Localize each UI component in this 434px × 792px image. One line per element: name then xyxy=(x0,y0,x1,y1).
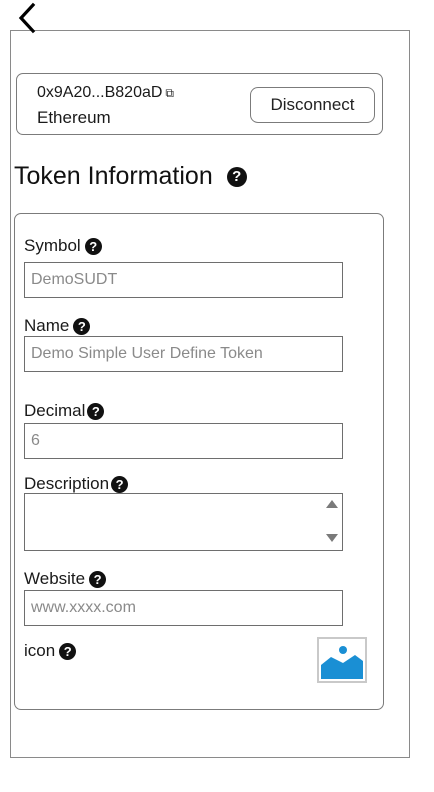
wallet-address-row: 0x9A20...B820aD ⧉ xyxy=(37,84,174,102)
name-input[interactable] xyxy=(24,336,343,372)
scroll-up-icon[interactable] xyxy=(326,500,338,508)
symbol-label: Symbol ? xyxy=(24,236,102,256)
back-button[interactable] xyxy=(14,0,40,40)
description-textarea[interactable] xyxy=(24,493,343,551)
decimal-input[interactable] xyxy=(24,423,343,459)
chevron-left-icon xyxy=(18,2,36,34)
symbol-label-text: Symbol xyxy=(24,236,81,255)
question-circle-icon[interactable]: ? xyxy=(73,317,91,335)
page-title: Token Information xyxy=(14,162,213,190)
copy-icon[interactable]: ⧉ xyxy=(165,86,174,101)
wallet-address: 0x9A20...B820aD xyxy=(37,84,163,101)
website-label-text: Website xyxy=(24,569,86,588)
icon-label-text: icon xyxy=(24,641,56,660)
question-circle-icon[interactable]: ? xyxy=(111,475,129,493)
description-label: Description ? xyxy=(24,474,129,494)
symbol-input[interactable] xyxy=(24,262,343,298)
textarea-scrollbar[interactable] xyxy=(322,494,342,550)
name-label-text: Name xyxy=(24,316,70,335)
scroll-down-icon[interactable] xyxy=(326,534,338,542)
image-placeholder-icon xyxy=(321,646,363,679)
website-input[interactable] xyxy=(24,590,343,626)
icon-label: icon ? xyxy=(24,641,77,661)
website-label: Website ? xyxy=(24,569,107,589)
question-circle-icon[interactable]: ? xyxy=(84,237,102,255)
wallet-card: 0x9A20...B820aD ⧉ Ethereum Disconnect xyxy=(16,73,383,135)
name-label: Name ? xyxy=(24,316,91,336)
question-circle-icon[interactable]: ? xyxy=(87,402,105,420)
description-label-text: Description xyxy=(24,474,110,493)
image-upload-icon[interactable] xyxy=(317,637,367,683)
question-circle-icon[interactable]: ? xyxy=(59,642,77,660)
decimal-label: Decimal ? xyxy=(24,401,105,421)
disconnect-button[interactable]: Disconnect xyxy=(250,87,375,123)
question-circle-icon[interactable]: ? xyxy=(226,166,247,187)
token-info-heading: Token Information ? xyxy=(14,162,247,191)
decimal-label-text: Decimal xyxy=(24,401,86,420)
wallet-network: Ethereum xyxy=(37,108,111,127)
question-circle-icon[interactable]: ? xyxy=(89,570,107,588)
